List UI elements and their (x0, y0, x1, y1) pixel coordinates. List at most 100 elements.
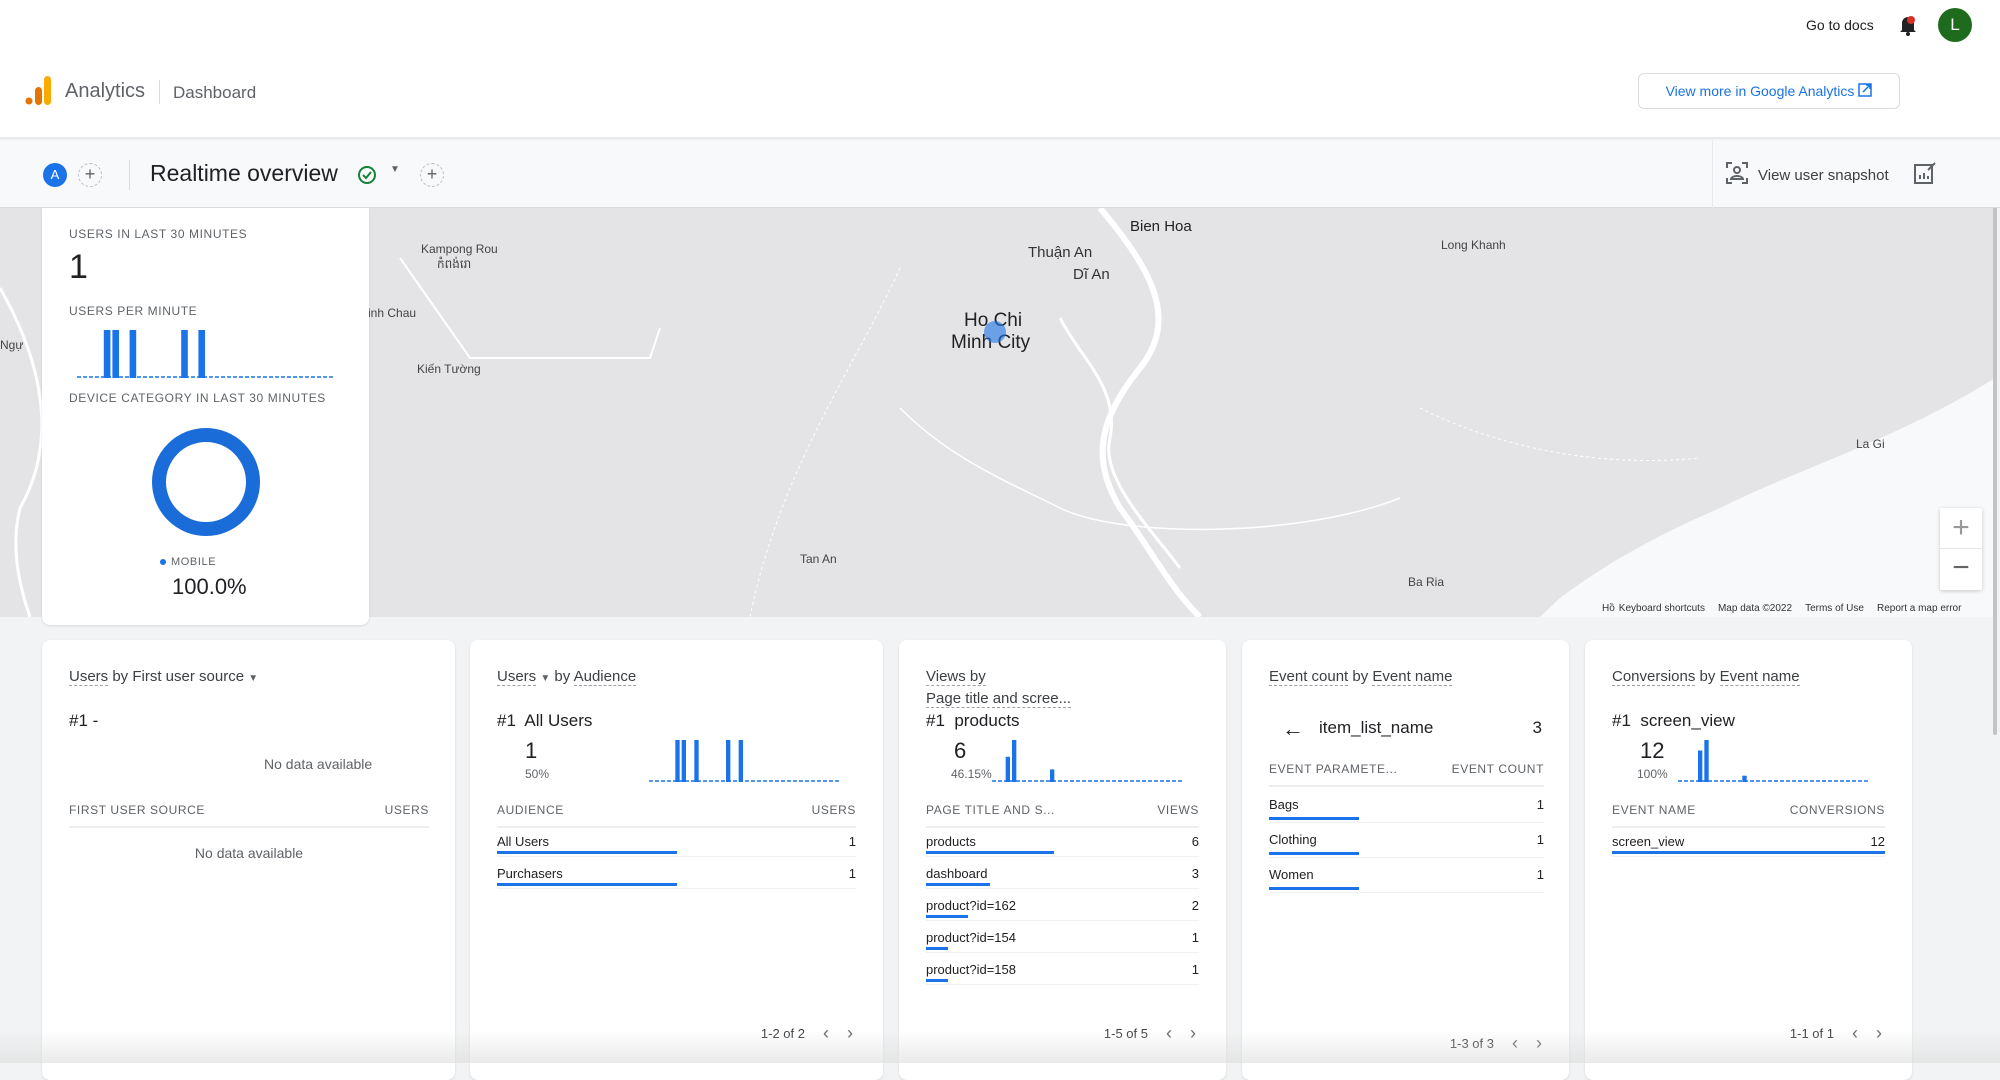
column-header[interactable]: USERS (385, 803, 429, 817)
table-body: Bags 1 Clothing 1 Women 1 (1269, 788, 1544, 893)
row-bar (926, 915, 968, 918)
card-conversions-by-event-name: Conversions by Event name #1 screen_view… (1585, 640, 1912, 1080)
card-users-by-audience: Users ▼ by Audience #1 All Users 1 50% A… (470, 640, 883, 1080)
next-page-chevron-icon[interactable]: › (1190, 1023, 1196, 1044)
top-rank: #1 screen_view (1612, 711, 1735, 730)
zoom-out-button[interactable]: − (1940, 549, 1982, 590)
terms-of-use-link[interactable]: Terms of Use (1805, 603, 1864, 614)
add-comparison-plus-icon[interactable]: + (78, 163, 102, 187)
card-title: Views by Page title and scree... (926, 666, 1072, 710)
users-per-minute-chart (77, 330, 335, 378)
customize-report-icon[interactable] (1914, 162, 1936, 189)
device-legend: MOBILE (160, 556, 216, 568)
next-page-chevron-icon[interactable]: › (1536, 1033, 1542, 1054)
audience-chip-a[interactable]: A (43, 163, 67, 187)
table-row[interactable]: All Users 1 (497, 825, 856, 857)
prev-page-chevron-icon[interactable]: ‹ (823, 1023, 829, 1044)
metric-selector[interactable]: Users (497, 668, 537, 686)
column-header[interactable]: AUDIENCE (497, 803, 564, 817)
sparkline-bar (129, 330, 137, 378)
top-share: 46.15% (951, 767, 992, 781)
metric-selector[interactable]: Conversions (1612, 668, 1696, 686)
view-more-label: View more in Google Analytics (1665, 83, 1855, 99)
sparkline-bar (726, 740, 731, 782)
breadcrumb-dashboard: Dashboard (173, 83, 257, 102)
page-scrollbar[interactable] (1993, 195, 1997, 735)
sparkline-bar (681, 740, 686, 782)
row-bar (1269, 817, 1359, 820)
column-header[interactable]: FIRST USER SOURCE (69, 803, 205, 817)
dimension-selector[interactable]: Event name (1372, 668, 1453, 686)
row-value: 1 (848, 866, 856, 881)
top-rank: #1 - (69, 711, 99, 730)
view-user-snapshot-button[interactable]: View user snapshot (1726, 162, 1889, 189)
go-to-docs-link[interactable]: Go to docs (1806, 17, 1874, 33)
table-row[interactable]: product?id=158 1 (926, 953, 1199, 985)
table-row[interactable]: Women 1 (1269, 858, 1544, 893)
chevron-down-icon[interactable]: ▼ (390, 164, 400, 175)
page-range: 1-2 of 2 (760, 1025, 805, 1041)
prev-page-chevron-icon[interactable]: ‹ (1166, 1023, 1172, 1044)
table-row[interactable]: Bags 1 (1269, 788, 1544, 823)
dimension-selector[interactable]: First user source (132, 668, 244, 685)
dropdown-arrow-icon[interactable]: ▼ (540, 673, 550, 684)
table-row[interactable]: Clothing 1 (1269, 823, 1544, 858)
map-zoom-controls: + − (1940, 508, 1982, 590)
dropdown-arrow-icon[interactable]: ▼ (248, 673, 258, 684)
sparkline-chart (1678, 740, 1868, 782)
sparkline-bar (181, 330, 188, 378)
dimension-selector[interactable]: Event name (1719, 668, 1800, 686)
table-row[interactable]: Purchasers 1 (497, 857, 856, 889)
map-label: Bien Hoa (1130, 218, 1192, 235)
user-avatar[interactable]: L (1938, 8, 1972, 42)
table-no-data-text: No data available (194, 845, 304, 861)
sparkline-bar (1012, 740, 1017, 782)
divider (1712, 140, 1713, 208)
dimension-selector[interactable]: Audience (573, 668, 637, 686)
dimension-selector[interactable]: Page title and scree... (926, 690, 1072, 708)
sparkline-bar (103, 330, 111, 378)
column-header[interactable]: VIEWS (1157, 803, 1199, 817)
view-more-in-google-analytics-button[interactable]: View more in Google Analytics (1638, 73, 1900, 109)
next-page-chevron-icon[interactable]: › (847, 1023, 853, 1044)
column-header[interactable]: CONVERSIONS (1790, 803, 1885, 817)
top-bar: Go to docs L Analytics Dashboard View mo… (0, 0, 2000, 139)
page-title: Realtime overview (150, 160, 338, 186)
row-value: 1 (1191, 930, 1199, 945)
column-header[interactable]: USERS (812, 803, 856, 817)
add-card-plus-icon[interactable]: + (420, 163, 444, 187)
column-header[interactable]: EVENT NAME (1612, 803, 1696, 817)
event-parameter-count: 3 (1532, 718, 1542, 737)
row-bar (926, 851, 1054, 854)
table-row[interactable]: product?id=162 2 (926, 889, 1199, 921)
realtime-summary-card: USERS IN LAST 30 MINUTES 1 USERS PER MIN… (42, 208, 369, 625)
table-body: products 6 dashboard 3 product?id=162 2 produc… (926, 825, 1199, 985)
column-header[interactable]: EVENT PARAMETE... (1269, 762, 1397, 776)
card-title: Event count by Event name (1269, 666, 1453, 688)
sparkline-bar (198, 330, 205, 378)
check-circle-icon (357, 165, 377, 185)
top-rank: #1 All Users (497, 711, 593, 730)
card-title: Users ▼ by Audience (497, 666, 637, 690)
zoom-in-button[interactable]: + (1940, 508, 1982, 549)
prev-page-chevron-icon[interactable]: ‹ (1512, 1033, 1518, 1054)
user-location-marker[interactable] (984, 321, 1006, 343)
table-row[interactable]: product?id=154 1 (926, 921, 1199, 953)
report-map-error-link[interactable]: Report a map error (1877, 603, 1961, 614)
table-row[interactable]: dashboard 3 (926, 857, 1199, 889)
column-header[interactable]: PAGE TITLE AND S... (926, 803, 1055, 817)
metric-selector[interactable]: Event count (1269, 668, 1349, 686)
table-row[interactable]: screen_view 12 (1612, 825, 1885, 857)
notifications-bell-icon[interactable] (1898, 13, 1918, 37)
metric-selector[interactable]: Views by (926, 668, 986, 686)
next-page-chevron-icon[interactable]: › (1876, 1023, 1882, 1044)
back-arrow-icon[interactable]: ← (1282, 716, 1304, 742)
top-value: 1 (525, 738, 538, 763)
column-header[interactable]: EVENT COUNT (1452, 762, 1544, 776)
prev-page-chevron-icon[interactable]: ‹ (1852, 1023, 1858, 1044)
metric-selector[interactable]: Users (69, 668, 109, 686)
table-row[interactable]: products 6 (926, 825, 1199, 857)
sparkline-bar (1742, 775, 1747, 782)
map-label: La Gi (1856, 437, 1885, 451)
keyboard-shortcuts-link[interactable]: Keyboard shortcuts (1619, 603, 1705, 614)
